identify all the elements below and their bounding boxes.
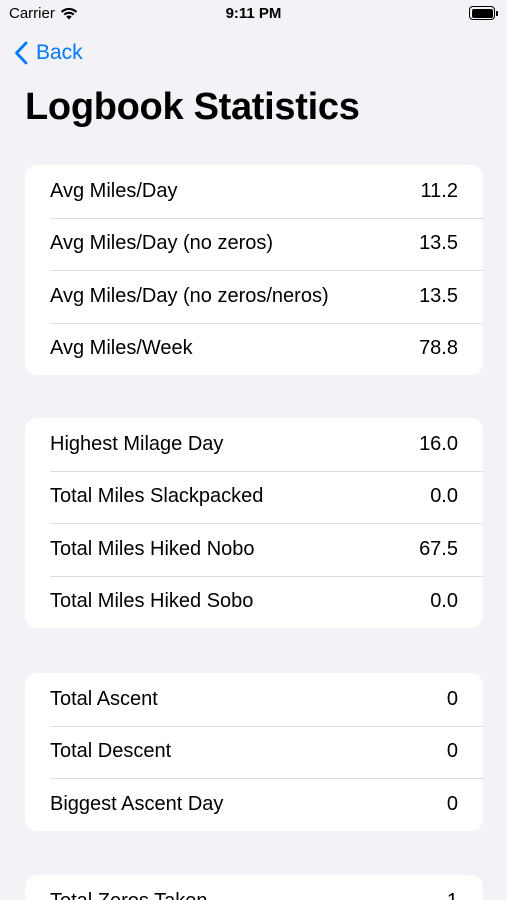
stat-label: Highest Milage Day <box>50 432 224 455</box>
stat-row: Avg Miles/Day (no zeros) 13.5 <box>25 217 483 271</box>
stat-label: Avg Miles/Day <box>50 179 178 202</box>
stat-label: Total Ascent <box>50 687 158 710</box>
stat-row: Total Miles Slackpacked 0.0 <box>25 470 483 524</box>
stat-value: 67.5 <box>419 537 458 560</box>
stat-label: Total Miles Hiked Sobo <box>50 590 254 613</box>
stat-label: Biggest Ascent Day <box>50 792 224 815</box>
stat-value: 0 <box>446 687 458 710</box>
stat-label: Avg Miles/Day (no zeros/neros) <box>50 284 329 307</box>
stat-row: Total Descent 0 <box>25 725 483 779</box>
stat-value: 0 <box>446 792 458 815</box>
battery-icon <box>469 6 498 20</box>
back-button[interactable]: Back <box>14 38 83 68</box>
back-label: Back <box>36 41 83 64</box>
stat-label: Total Descent <box>50 740 172 763</box>
page-title: Logbook Statistics <box>25 86 360 128</box>
stat-row: Highest Milage Day 16.0 <box>25 418 483 471</box>
stat-row: Total Ascent 0 <box>25 673 483 726</box>
stat-label: Total Miles Hiked Nobo <box>50 537 255 560</box>
stat-label: Total Zeros Taken <box>50 890 208 900</box>
stat-row: Avg Miles/Day (no zeros/neros) 13.5 <box>25 270 483 323</box>
stat-value: 13.5 <box>419 232 458 255</box>
chevron-left-icon <box>14 41 28 65</box>
stat-row: Avg Miles/Day 11.2 <box>25 165 483 218</box>
stat-value: 11.2 <box>420 179 458 202</box>
stat-value: 13.5 <box>419 284 458 307</box>
stat-value: 0.0 <box>430 485 458 508</box>
stat-row: Total Miles Hiked Nobo 67.5 <box>25 523 483 576</box>
stats-section: Highest Milage Day 16.0 Total Miles Slackp… <box>25 418 483 628</box>
status-bar: Carrier 9:11 PM <box>0 0 507 30</box>
stat-value: 0 <box>446 740 458 763</box>
stat-label: Avg Miles/Day (no zeros) <box>50 232 274 255</box>
stat-value: 1 <box>447 890 458 900</box>
stat-value: 0.0 <box>430 590 458 613</box>
stats-section: Avg Miles/Day 11.2 Avg Miles/Day (no zeros… <box>25 165 483 375</box>
stat-row: Avg Miles/Week 78.8 <box>25 322 483 376</box>
stat-label: Avg Miles/Week <box>50 337 193 360</box>
stat-value: 16.0 <box>419 432 458 455</box>
stat-label: Total Miles Slackpacked <box>50 485 264 508</box>
stat-row: Total Miles Hiked Sobo 0.0 <box>25 575 483 629</box>
stats-section: Total Zeros Taken 1 <box>25 875 483 900</box>
status-time: 9:11 PM <box>225 5 282 22</box>
stat-value: 78.8 <box>419 337 458 360</box>
screen: Carrier 9:11 PM Back Logbook Statistics … <box>0 0 507 900</box>
stat-row: Biggest Ascent Day 0 <box>25 778 483 831</box>
stat-row: Total Zeros Taken 1 <box>25 875 483 900</box>
stats-section: Total Ascent 0 Total Descent 0 Biggest Ascen… <box>25 673 483 831</box>
